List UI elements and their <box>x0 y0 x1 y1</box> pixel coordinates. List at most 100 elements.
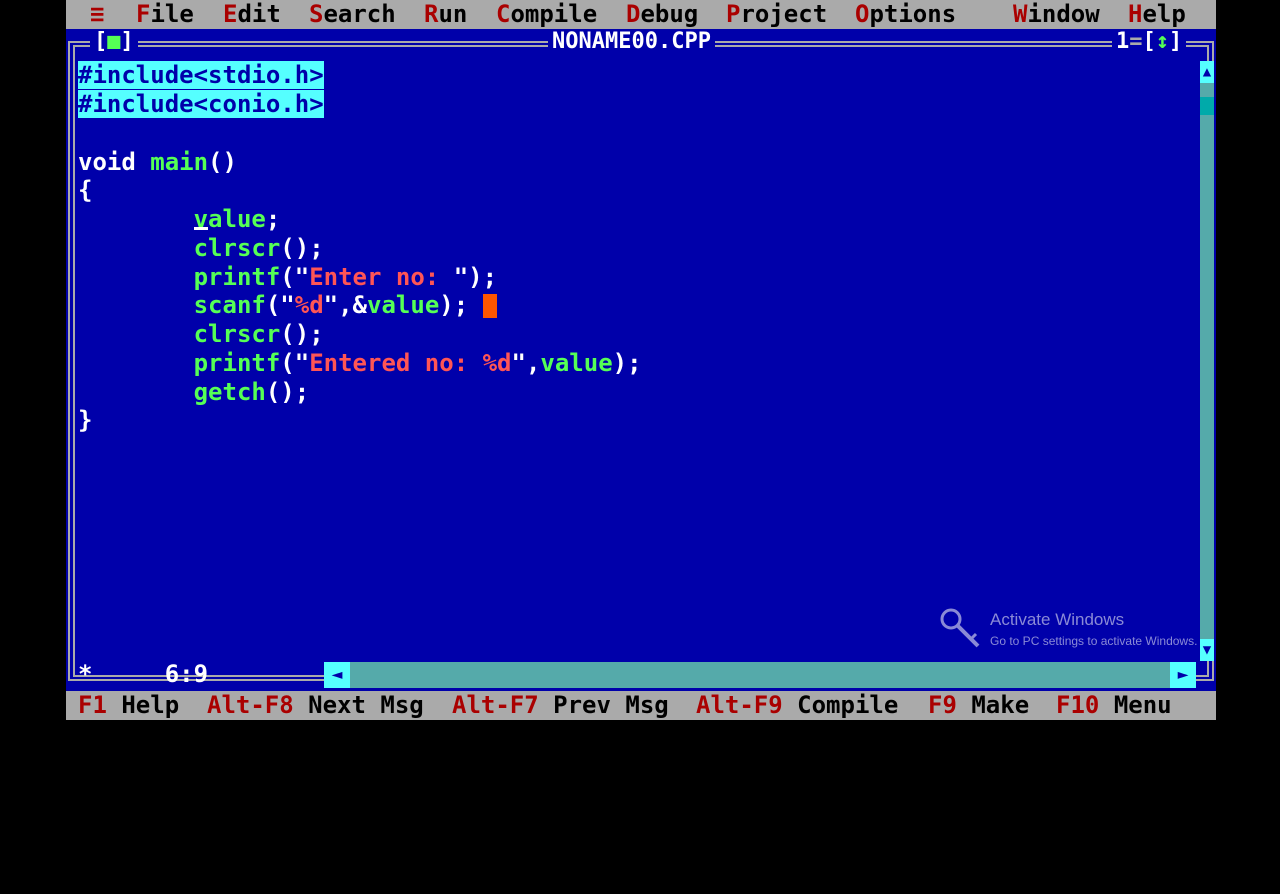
brace-open: { <box>78 176 93 204</box>
menu-window-label: indow <box>1027 0 1100 28</box>
menu-project-label: roject <box>740 0 828 28</box>
vertical-scrollbar[interactable]: ▲ ▼ <box>1200 61 1214 661</box>
window-title: NONAME00.CPP <box>548 29 715 55</box>
menu-edit-hotkey: E <box>223 0 238 28</box>
help-f1[interactable]: F1 Help <box>78 691 179 720</box>
punct: (); <box>280 234 324 262</box>
ident-value: value <box>367 291 440 319</box>
key-f1: F1 <box>78 691 107 719</box>
modified-star-icon: * <box>78 660 93 688</box>
ident-value: value <box>540 349 613 377</box>
punct: (" <box>280 263 310 291</box>
zoom-bracket-right: ] <box>1169 29 1183 54</box>
menu-debug[interactable]: Debug <box>626 0 698 29</box>
help-alt-f8[interactable]: Alt-F8 Next Msg <box>207 691 424 720</box>
key-icon <box>940 608 980 648</box>
ident-clrscr: clrscr <box>193 234 281 262</box>
window-controls: 1=[↕] <box>1112 29 1187 55</box>
cursor-position: 6:9 <box>164 660 209 688</box>
string-literal: Enter no: <box>309 263 454 291</box>
key-f9: F9 <box>928 691 957 719</box>
code-line-include-conio: #include<conio.h> <box>78 90 324 118</box>
help-alt-f9[interactable]: Alt-F9 Compile <box>696 691 898 720</box>
punct-parens: () <box>208 148 237 176</box>
help-alt-f7[interactable]: Alt-F7 Prev Msg <box>452 691 669 720</box>
ident-value: value <box>193 205 266 233</box>
punct: "); <box>453 263 498 291</box>
menu-bar: ≡ File Edit Search Run Compile Debug Pro… <box>66 0 1216 29</box>
zoom-icon: ↕ <box>1155 29 1169 54</box>
menu-file-label: ile <box>150 0 194 28</box>
help-f9[interactable]: F9 Make <box>928 691 1029 720</box>
code-line-include-stdio: #include<stdio.h> <box>78 61 324 89</box>
brace-close: } <box>78 406 93 434</box>
punct: ); <box>612 349 642 377</box>
string-literal: Entered no: %d <box>309 349 512 377</box>
watermark-subtitle: Go to PC settings to activate Windows. <box>990 634 1198 648</box>
menu-run[interactable]: Run <box>424 0 467 29</box>
menu-window-hotkey: W <box>1013 0 1028 28</box>
label-menu: Menu <box>1113 691 1172 719</box>
scroll-up-icon[interactable]: ▲ <box>1200 61 1214 83</box>
label-make: Make <box>971 691 1030 719</box>
menu-compile-label: ompile <box>510 0 598 28</box>
label-next-msg: Next Msg <box>308 691 424 719</box>
help-bar: F1 Help Alt-F8 Next Msg Alt-F7 Prev Msg … <box>66 691 1216 720</box>
menu-project-hotkey: P <box>726 0 741 28</box>
punct: (" <box>265 291 295 319</box>
zoom-bracket-left: [ <box>1142 29 1156 54</box>
activate-windows-watermark: Activate Windows Go to PC settings to ac… <box>938 606 1238 666</box>
menu-help[interactable]: Help <box>1128 0 1186 29</box>
menu-debug-hotkey: D <box>626 0 641 28</box>
punct: ); <box>439 291 469 319</box>
help-f10[interactable]: F10 Menu <box>1056 691 1172 720</box>
menu-edit-label: dit <box>237 0 281 28</box>
menu-search-hotkey: S <box>309 0 324 28</box>
key-alt-f8: Alt-F8 <box>207 691 294 719</box>
menu-debug-label: ebug <box>640 0 699 28</box>
menu-run-hotkey: R <box>424 0 439 28</box>
close-bracket-right: ] <box>120 29 134 54</box>
key-f10: F10 <box>1056 691 1100 719</box>
punct: (" <box>280 349 310 377</box>
close-icon: ■ <box>107 29 121 54</box>
menu-window[interactable]: Window <box>1013 0 1100 29</box>
label-compile: Compile <box>797 691 899 719</box>
key-alt-f7: Alt-F7 <box>452 691 539 719</box>
key-alt-f9: Alt-F9 <box>696 691 783 719</box>
menu-options[interactable]: Options <box>855 0 956 29</box>
close-bracket-left: [ <box>94 29 108 54</box>
menu-compile-hotkey: C <box>496 0 511 28</box>
menu-edit[interactable]: Edit <box>223 0 281 29</box>
scroll-left-icon[interactable]: ◄ <box>324 662 350 688</box>
punct: ; <box>265 205 281 233</box>
menu-file-hotkey: F <box>136 0 151 28</box>
punct: (); <box>265 378 310 406</box>
punct: (); <box>280 320 324 348</box>
label-help: Help <box>121 691 180 719</box>
punct: ",& <box>323 291 368 319</box>
menu-run-label: un <box>438 0 468 28</box>
window-number: 1 <box>1116 29 1130 54</box>
menu-compile[interactable]: Compile <box>496 0 597 29</box>
vertical-scroll-thumb[interactable] <box>1200 97 1214 115</box>
menu-help-label: elp <box>1142 0 1186 28</box>
label-prev-msg: Prev Msg <box>553 691 669 719</box>
menu-file[interactable]: File <box>136 0 194 29</box>
ident-getch: getch <box>193 378 266 406</box>
menu-options-label: ptions <box>869 0 957 28</box>
menu-options-hotkey: O <box>855 0 870 28</box>
zoom-button[interactable]: [↕] <box>1143 29 1183 54</box>
code-editor[interactable]: #include<stdio.h> #include<conio.h> void… <box>78 61 1176 651</box>
status-line: * 6:9 <box>78 661 208 687</box>
system-menu-icon[interactable]: ≡ <box>90 0 104 29</box>
menu-project[interactable]: Project <box>726 0 827 29</box>
ident-printf: printf <box>193 349 281 377</box>
menu-search[interactable]: Search <box>309 0 396 29</box>
menu-help-hotkey: H <box>1128 0 1143 28</box>
string-literal: %d <box>294 291 324 319</box>
keyword-void: void <box>78 148 136 176</box>
ident-scanf: scanf <box>193 291 266 319</box>
block-cursor <box>482 294 497 318</box>
close-button[interactable]: [■] <box>90 29 138 55</box>
